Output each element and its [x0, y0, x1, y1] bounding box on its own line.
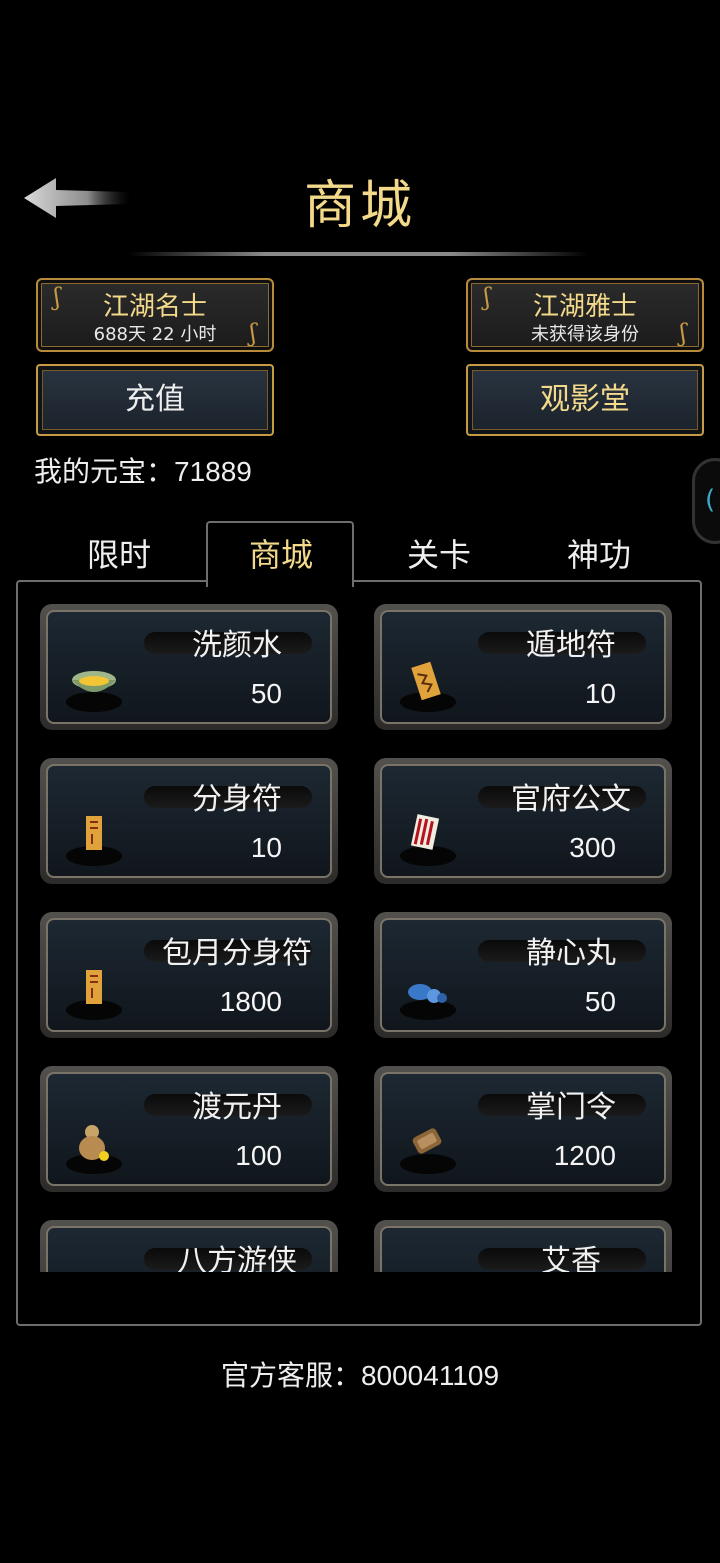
talisman-icon	[66, 816, 122, 866]
ingot-balance: 我的元宝：71889	[34, 450, 252, 490]
status-badge-mingshi[interactable]: ʃ ʃ 江湖名士 688天 22 小时	[36, 278, 274, 352]
item-name: 八方游侠	[177, 1244, 297, 1272]
token-icon	[400, 1128, 456, 1174]
item-price: 1800	[219, 986, 282, 1017]
badge-title: 江湖雅士	[532, 292, 637, 322]
item-name: 艾香	[541, 1244, 601, 1272]
service-number: 800041109	[360, 1360, 500, 1391]
item-name: 包月分身符	[162, 936, 312, 971]
incense-icon	[396, 1266, 460, 1272]
side-handle-icon: (	[705, 485, 716, 515]
page-title: 商城	[303, 176, 416, 236]
pill-icon	[400, 984, 456, 1020]
customer-service: 官方客服：800041109	[0, 1354, 720, 1394]
shop-item[interactable]: 分身符 10	[40, 758, 338, 884]
ingot-label: 我的元宝：	[34, 455, 175, 488]
gourd-icon	[66, 1125, 122, 1174]
tab-skill[interactable]: 神功	[524, 528, 674, 582]
status-badge-yashi[interactable]: ʃ ʃ 江湖雅士 未获得该身份	[466, 278, 704, 352]
hero-icon	[62, 1266, 126, 1272]
talisman-icon	[400, 661, 456, 712]
tab-limited[interactable]: 限时	[44, 528, 194, 582]
shop-item[interactable]: 静心丸 50	[374, 912, 672, 1038]
shop-item[interactable]: 包月分身符 1800	[40, 912, 338, 1038]
item-list[interactable]: 洗颜水 50 遁地符 10 分身符 10 官府公文 300 包月分身符 1800…	[36, 600, 684, 1272]
badge-title: 江湖名士	[102, 292, 207, 322]
title-divider	[128, 252, 588, 256]
badge-subtitle: 688天 22 小时	[93, 324, 217, 345]
badge-subtitle: 未获得该身份	[531, 324, 639, 345]
shop-item[interactable]: 艾香	[374, 1220, 672, 1272]
item-price: 10	[250, 832, 282, 863]
service-label: 官方客服：	[220, 1359, 361, 1392]
ingot-value: 71889	[174, 456, 252, 487]
shop-item[interactable]: 八方游侠	[40, 1220, 338, 1272]
shop-item[interactable]: 掌门令 1200	[374, 1066, 672, 1192]
shop-item[interactable]: 洗颜水 50	[40, 604, 338, 730]
shop-item[interactable]: 官府公文 300	[374, 758, 672, 884]
official-scroll-icon	[400, 814, 456, 866]
item-name: 洗颜水	[192, 628, 282, 663]
tab-shop[interactable]: 商城	[206, 528, 356, 582]
recharge-button[interactable]: 充值	[36, 364, 274, 436]
item-name: 渡元丹	[192, 1090, 282, 1125]
cinema-hall-button[interactable]: 观影堂	[466, 364, 704, 436]
item-name: 官府公文	[511, 782, 631, 817]
talisman-icon	[66, 970, 122, 1020]
item-name: 掌门令	[526, 1090, 616, 1125]
item-price: 100	[235, 1140, 282, 1171]
shop-item[interactable]: 渡元丹 100	[40, 1066, 338, 1192]
tab-stage[interactable]: 关卡	[364, 528, 514, 582]
item-name: 分身符	[192, 782, 282, 817]
item-name: 静心丸	[526, 936, 616, 971]
face-wash-bowl-icon	[66, 671, 122, 712]
item-price: 1200	[553, 1140, 616, 1171]
side-float-button[interactable]: (	[692, 458, 720, 544]
item-price: 300	[569, 832, 616, 863]
item-price: 50	[250, 678, 282, 709]
shop-item[interactable]: 遁地符 10	[374, 604, 672, 730]
item-price: 50	[584, 986, 616, 1017]
item-name: 遁地符	[526, 628, 616, 663]
item-price: 10	[584, 678, 616, 709]
